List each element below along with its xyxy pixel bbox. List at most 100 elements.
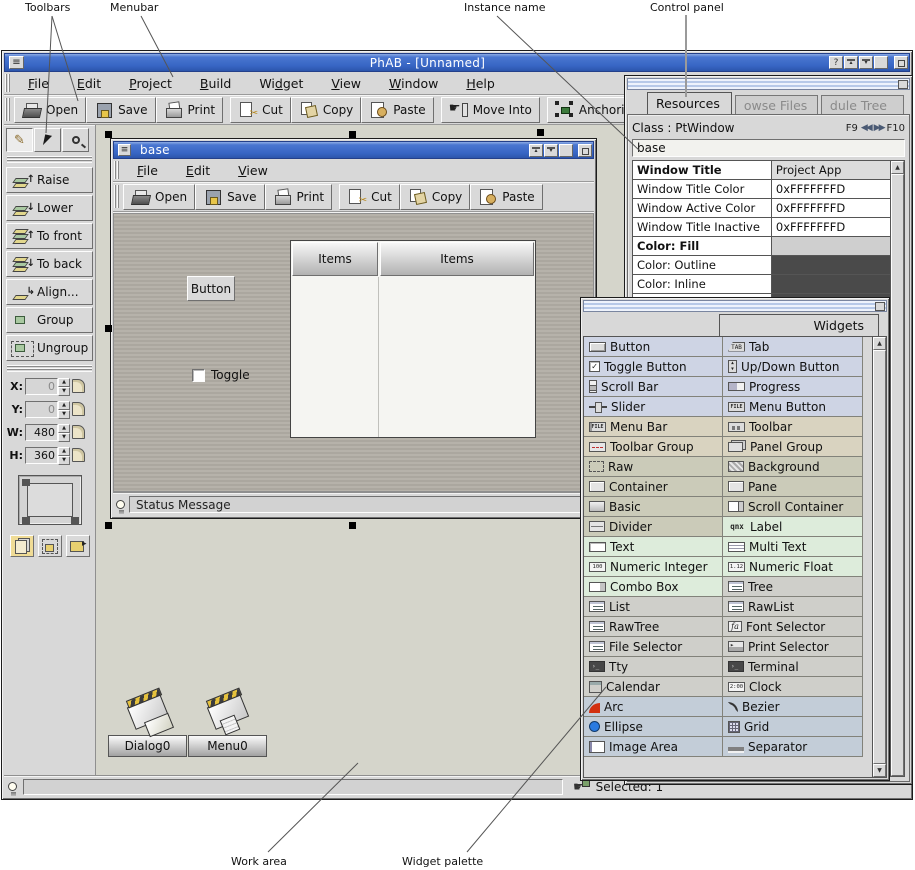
to-back-button[interactable]: ↓To back [6,251,93,277]
y-input[interactable] [25,401,58,418]
resource-name[interactable]: Color: Outline [633,256,771,274]
menu-widget[interactable]: Widget [245,72,317,94]
tree-column-header[interactable]: Items [292,242,378,276]
anchor-preview[interactable] [18,475,82,525]
base-close-button[interactable] [578,144,592,157]
paste-button[interactable]: Paste [361,97,433,123]
palette-item-slider[interactable]: Slider [584,397,723,417]
copy-button[interactable]: Copy [400,184,470,210]
panel-collapse-button[interactable] [898,80,908,89]
base-titlebar[interactable]: ≡ base ▴ ▾ [113,141,594,159]
print-button[interactable]: Print [265,184,333,210]
cut-button[interactable]: Cut [230,97,291,123]
lock-icon[interactable] [72,425,85,439]
arrow-mode-button[interactable] [66,535,90,557]
palette-item-divider[interactable]: Divider [584,517,723,537]
sidebar-gripper-2[interactable] [7,365,92,372]
palette-item-up-down-button[interactable]: Up/Down Button [723,357,863,377]
spinner-up-icon[interactable]: ▲ [58,401,70,410]
palette-item-file-selector[interactable]: File Selector [584,637,723,657]
spinner-up-icon[interactable]: ▲ [58,424,70,433]
selection-handle[interactable] [537,129,544,136]
scroll-up-icon[interactable]: ▲ [891,161,904,174]
palette-item-arc[interactable]: Arc [584,697,723,717]
palette-item-list[interactable]: List [584,597,723,617]
resource-name[interactable]: Window Active Color [633,199,771,217]
spinner-control[interactable]: ▲▼ [58,378,70,395]
dialog0-module[interactable]: Dialog0 [108,691,187,757]
palette-item-numeric-float[interactable]: 1.12Numeric Float [723,557,863,577]
tab-dule-tree[interactable]: dule Tree [821,95,904,114]
spinner-control[interactable]: ▲▼ [58,424,70,441]
palette-collapse-button[interactable] [875,302,885,311]
spinner-control[interactable]: ▲▼ [58,447,70,464]
palette-item-progress[interactable]: Progress [723,377,863,397]
scroll-thumb[interactable] [873,350,886,764]
palette-item-scroll-bar[interactable]: Scroll Bar [584,377,723,397]
to-front-button[interactable]: ↑To front [6,223,93,249]
open-button[interactable]: Open [14,97,86,123]
spinner-up-icon[interactable]: ▲ [58,378,70,387]
module-label[interactable]: Dialog0 [108,735,187,757]
maximize-button[interactable]: ▾ [859,56,873,69]
spinner-down-icon[interactable]: ▼ [58,456,70,465]
ungroup-button[interactable]: Ungroup [6,335,93,361]
cut-button[interactable]: Cut [339,184,400,210]
menu-help[interactable]: Help [452,72,509,94]
palette-item-separator[interactable]: Separator [723,737,863,757]
main-titlebar[interactable]: ≡ PhAB - [Unnamed] ? ▴ ▾ [4,53,910,72]
selection-handle[interactable] [105,131,112,138]
lock-icon[interactable] [72,379,85,393]
palette-item-menu-button[interactable]: FILEMenu Button [723,397,863,417]
base-minimize-button[interactable]: ▴ [529,144,543,157]
lock-icon[interactable] [72,448,85,462]
sidebar-gripper[interactable] [7,156,92,163]
designed-button-widget[interactable]: Button [187,276,235,301]
menu0-module[interactable]: Menu0 [188,691,267,757]
palette-item-rawtree[interactable]: RawTree [584,617,723,637]
paste-button[interactable]: Paste [470,184,542,210]
close-button[interactable] [894,56,908,69]
window-menu-icon[interactable]: ≡ [9,56,24,69]
lock-icon[interactable] [72,402,85,416]
palette-item-numeric-integer[interactable]: 100Numeric Integer [584,557,723,577]
spinner-down-icon[interactable]: ▼ [58,433,70,442]
spinner-down-icon[interactable]: ▼ [58,410,70,419]
spinner-up-icon[interactable]: ▲ [58,447,70,456]
menu-view[interactable]: View [317,72,375,94]
save-button[interactable]: Save [195,184,264,210]
palette-item-font-selector[interactable]: faFont Selector [723,617,863,637]
prev-widget-icon[interactable]: ◀◀ [861,123,871,133]
palette-item-terminal[interactable]: Terminal [723,657,863,677]
zoom-tool-button[interactable] [62,128,89,152]
resource-name[interactable]: Window Title Color [633,180,771,198]
base-window-menu-icon[interactable]: ≡ [118,144,131,156]
resource-name[interactable]: Color: Fill [633,237,771,255]
base-module-window[interactable]: ≡ base ▴ ▾ FileEditView OpenSavePrintCut… [110,138,597,519]
resource-value[interactable]: 0xFFFFFFFD [771,199,890,217]
menu-view[interactable]: View [224,159,282,181]
palette-item-combo-box[interactable]: Combo Box [584,577,723,597]
designed-tree-widget[interactable]: Items Items [290,240,536,438]
align-button[interactable]: ↳Align... [6,279,93,305]
selection-handle[interactable] [105,325,112,332]
resource-value[interactable]: Project App [771,161,890,179]
tab-owse-files[interactable]: owse Files [735,95,818,114]
resource-value[interactable] [771,275,890,293]
palette-item-toolbar-group[interactable]: Toolbar Group [584,437,723,457]
control-panel-titlebar[interactable] [627,78,910,90]
group-button[interactable]: Group [6,307,93,333]
menu-project[interactable]: Project [115,72,186,94]
pencil-tool-button[interactable]: ✎ [6,128,33,152]
menu-window[interactable]: Window [375,72,452,94]
selection-handle[interactable] [349,131,356,138]
palette-item-toggle-button[interactable]: ✓Toggle Button [584,357,723,377]
w-input[interactable] [25,424,58,441]
base-canvas[interactable]: Button Toggle Items Items [113,213,594,492]
tree-body[interactable] [291,277,535,437]
module-label[interactable]: Menu0 [188,735,267,757]
palette-item-text[interactable]: Text [584,537,723,557]
scroll-up-icon[interactable]: ▲ [873,337,886,350]
scroll-down-icon[interactable]: ▼ [873,764,886,777]
spinner-control[interactable]: ▲▼ [58,401,70,418]
